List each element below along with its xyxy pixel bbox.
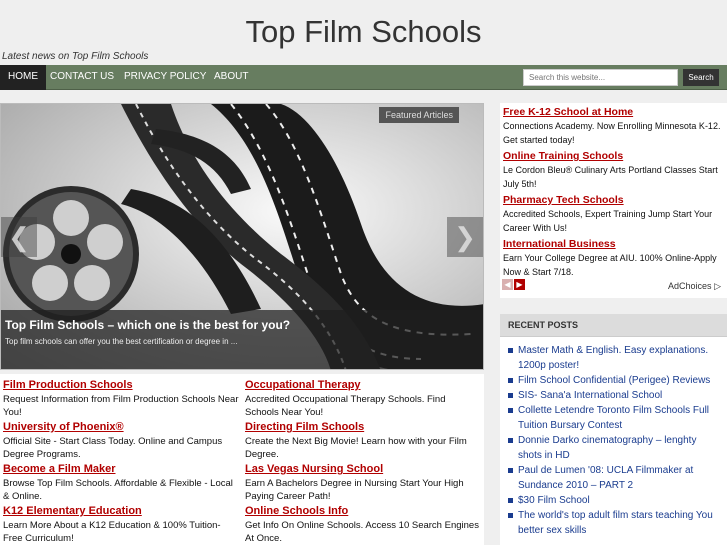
- ad-title[interactable]: Las Vegas Nursing School: [245, 462, 481, 477]
- ad-text: Get Info On Online Schools. Access 10 Se…: [245, 520, 479, 544]
- ad-title[interactable]: Directing Film Schools: [245, 420, 481, 435]
- ad-unit: Directing Film Schools Create the Next B…: [245, 420, 481, 461]
- caption-text: Top film schools can offer you the best …: [5, 337, 238, 346]
- ad-title[interactable]: Free K-12 School at Home: [503, 105, 723, 119]
- ad-text: Accredited Schools, Expert Training Jump…: [503, 209, 713, 233]
- main-nav: HOME CONTACT US PRIVACY POLICY ABOUT Sea…: [0, 65, 727, 90]
- ad-title[interactable]: Pharmacy Tech Schools: [503, 193, 723, 207]
- ad-unit: Occupational Therapy Accredited Occupati…: [245, 378, 481, 419]
- ad-column-left: Film Production Schools Request Informat…: [3, 378, 239, 545]
- nav-about[interactable]: ABOUT: [206, 65, 256, 90]
- recent-posts-list: Master Math & English. Easy explanations…: [500, 337, 727, 538]
- chevron-left-icon[interactable]: ◀: [502, 279, 513, 290]
- ad-unit: Become a Film Maker Browse Top Film Scho…: [3, 462, 239, 503]
- ad-grid: Film Production Schools Request Informat…: [0, 374, 484, 545]
- ad-unit: Online Training Schools Le Cordon Bleu® …: [503, 149, 723, 191]
- ad-title[interactable]: University of Phoenix®: [3, 420, 239, 435]
- nav-home[interactable]: HOME: [0, 65, 46, 90]
- arrow-right-icon[interactable]: ❯: [447, 217, 483, 257]
- chevron-right-icon[interactable]: ▶: [514, 279, 525, 290]
- recent-post-link[interactable]: Master Math & English. Easy explanations…: [508, 343, 723, 373]
- ad-title[interactable]: Online Training Schools: [503, 149, 723, 163]
- ad-text: Accredited Occupational Therapy Schools.…: [245, 394, 446, 418]
- ad-unit: Pharmacy Tech Schools Accredited Schools…: [503, 193, 723, 235]
- ad-text: Request Information from Film Production…: [3, 394, 239, 418]
- recent-post-link[interactable]: Paul de Lumen '08: UCLA Filmmaker at Sun…: [508, 463, 723, 493]
- ad-text: Learn More About a K12 Education & 100% …: [3, 520, 221, 544]
- featured-articles-label: Featured Articles: [379, 107, 459, 123]
- ad-title[interactable]: Film Production Schools: [3, 378, 239, 393]
- featured-slider[interactable]: Featured Articles ❮ ❯ Top Film Schools –…: [0, 103, 484, 370]
- arrow-left-icon[interactable]: ❮: [1, 217, 37, 257]
- ad-text: Create the Next Big Movie! Learn how wit…: [245, 436, 467, 460]
- ad-unit: International Business Earn Your College…: [503, 237, 723, 279]
- ad-text: Browse Top Film Schools. Affordable & Fl…: [3, 478, 233, 502]
- ad-title[interactable]: Online Schools Info: [245, 504, 481, 519]
- site-tagline: Latest news on Top Film Schools: [2, 51, 149, 62]
- slide-caption: Top Film Schools – which one is the best…: [1, 310, 483, 369]
- sidebar-ads: Free K-12 School at Home Connections Aca…: [500, 103, 727, 298]
- ad-title[interactable]: Occupational Therapy: [245, 378, 481, 393]
- ad-unit: Online Schools Info Get Info On Online S…: [245, 504, 481, 545]
- ad-text: Connections Academy. Now Enrolling Minne…: [503, 121, 721, 145]
- recent-posts-widget: RECENT POSTS Master Math & English. Easy…: [500, 314, 727, 545]
- recent-posts-heading: RECENT POSTS: [500, 314, 727, 337]
- search-input[interactable]: [523, 69, 678, 86]
- adchoices-link[interactable]: AdChoices ▷: [668, 281, 721, 292]
- nav-contact-us[interactable]: CONTACT US: [42, 65, 122, 90]
- ad-unit: University of Phoenix® Official Site - S…: [3, 420, 239, 461]
- adchoices-icon: ▷: [714, 281, 721, 291]
- caption-title[interactable]: Top Film Schools – which one is the best…: [5, 318, 290, 332]
- ad-title[interactable]: International Business: [503, 237, 723, 251]
- ad-title[interactable]: Become a Film Maker: [3, 462, 239, 477]
- recent-post-link[interactable]: Film School Confidential (Perigee) Revie…: [508, 373, 723, 388]
- ad-text: Le Cordon Bleu® Culinary Arts Portland C…: [503, 165, 718, 189]
- ad-text: Earn Your College Degree at AIU. 100% On…: [503, 253, 717, 277]
- site-title[interactable]: Top Film Schools: [0, 14, 727, 50]
- ad-column-right: Occupational Therapy Accredited Occupati…: [245, 378, 481, 545]
- ad-title[interactable]: K12 Elementary Education: [3, 504, 239, 519]
- ad-text: Official Site - Start Class Today. Onlin…: [3, 436, 223, 460]
- ad-unit: K12 Elementary Education Learn More Abou…: [3, 504, 239, 545]
- ad-text: Earn A Bachelors Degree in Nursing Start…: [245, 478, 464, 502]
- recent-post-link[interactable]: $30 Film School: [508, 493, 723, 508]
- ad-unit: Film Production Schools Request Informat…: [3, 378, 239, 419]
- recent-post-link[interactable]: The world's top adult film stars teachin…: [508, 508, 723, 538]
- recent-post-link[interactable]: Donnie Darko cinematography – lenghty sh…: [508, 433, 723, 463]
- recent-post-link[interactable]: Collette Letendre Toronto Film Schools F…: [508, 403, 723, 433]
- nav-privacy-policy[interactable]: PRIVACY POLICY: [116, 65, 214, 90]
- recent-post-link[interactable]: SIS- Sana'a International School: [508, 388, 723, 403]
- ad-pager: ◀ ▶: [502, 274, 526, 292]
- ad-unit: Free K-12 School at Home Connections Aca…: [503, 105, 723, 147]
- search-button[interactable]: Search: [683, 69, 719, 86]
- ad-unit: Las Vegas Nursing School Earn A Bachelor…: [245, 462, 481, 503]
